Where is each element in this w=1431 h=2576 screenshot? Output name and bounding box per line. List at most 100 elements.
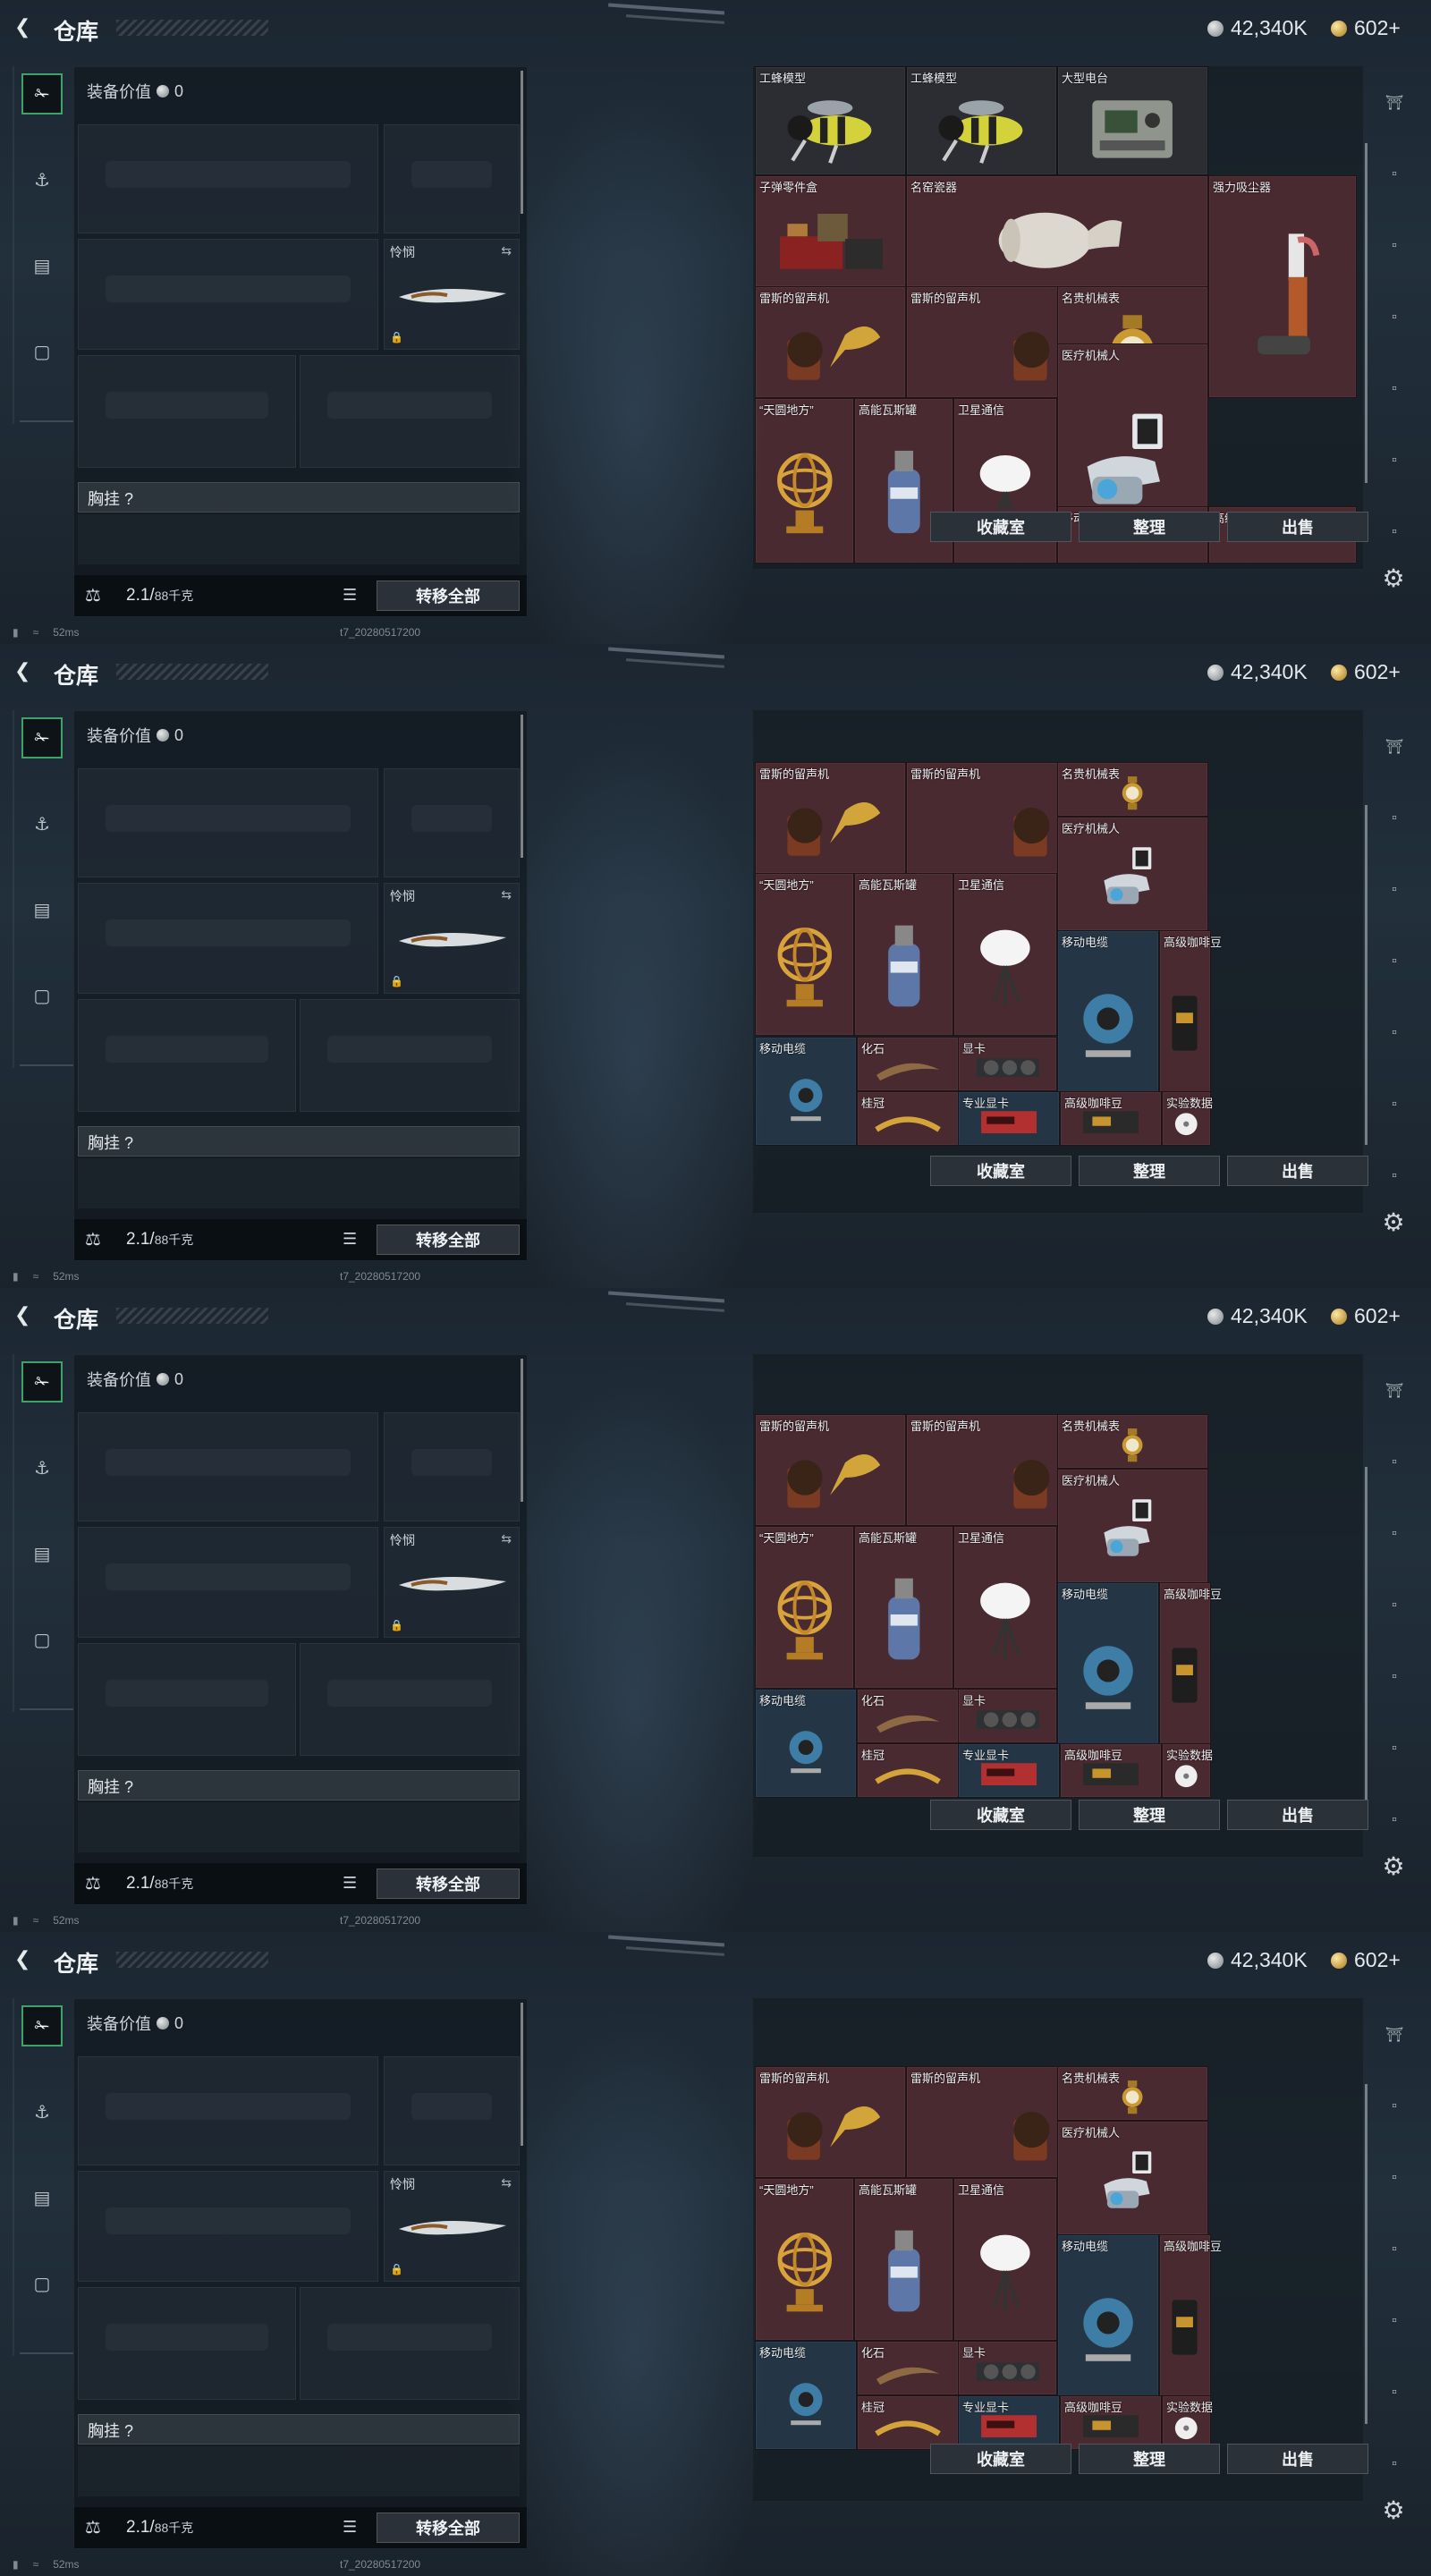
collection-room-button[interactable]: 收藏室: [930, 1800, 1071, 1830]
inventory-item[interactable]: 高能瓦斯罐: [854, 873, 953, 1036]
inventory-item[interactable]: 移动电缆: [1057, 2234, 1159, 2397]
pistol-slot[interactable]: [384, 2056, 520, 2165]
warehouse-grid-panel[interactable]: 雷斯的留声机 雷斯的留声机 名贵机械表 医疗机械人 “天圆地方” 高能瓦斯罐 卫…: [753, 710, 1363, 1213]
list-icon[interactable]: ☰: [343, 586, 357, 605]
chest-rig-slot[interactable]: [78, 2446, 520, 2496]
helmet-slot[interactable]: [78, 355, 296, 468]
inventory-item[interactable]: 强力吸尘器: [1208, 175, 1357, 398]
nav-vest-icon[interactable]: ▤: [21, 889, 63, 930]
gold-currency[interactable]: 602+: [1331, 660, 1401, 684]
inventory-item[interactable]: “天圆地方”: [755, 2178, 854, 2341]
nav-vest-icon[interactable]: ▤: [21, 245, 63, 286]
nav-backpack-icon[interactable]: ▢: [21, 1619, 63, 1660]
storage-tab-icon[interactable]: ▫: [1379, 1590, 1410, 1621]
inventory-item[interactable]: 高能瓦斯罐: [854, 1526, 953, 1689]
warehouse-scrollbar[interactable]: [1365, 2084, 1367, 2424]
inventory-item[interactable]: 移动电缆: [755, 2341, 857, 2450]
collection-room-button[interactable]: 收藏室: [930, 1156, 1071, 1186]
storage-tab-icon[interactable]: ▫: [1379, 946, 1410, 977]
nav-helmet-icon[interactable]: ⚓: [21, 1447, 63, 1488]
chest-rig-header[interactable]: 胸挂 ?: [78, 2414, 520, 2445]
storage-tab-icon[interactable]: ▫: [1379, 875, 1410, 905]
warehouse-scrollbar[interactable]: [1365, 143, 1367, 483]
inventory-item[interactable]: 化石: [857, 2341, 959, 2395]
warehouse-grid-panel[interactable]: 工蜂模型 工蜂模型 大型电台 子弹零件盒 名窑瓷器 强力吸尘器 雷斯的留声机 雷…: [753, 66, 1363, 569]
nav-helmet-icon[interactable]: ⚓: [21, 803, 63, 844]
armor-slot[interactable]: [300, 355, 520, 468]
inventory-item[interactable]: 移动电缆: [1057, 1582, 1159, 1745]
storage-tab-icon[interactable]: ▫: [1379, 2091, 1410, 2122]
equipment-scrollbar[interactable]: [521, 71, 523, 214]
storage-tab-icon[interactable]: ▫: [1379, 1519, 1410, 1549]
inventory-item[interactable]: 高级咖啡豆: [1060, 1091, 1162, 1146]
settings-gear-icon[interactable]: ⚙: [1377, 564, 1410, 596]
inventory-item[interactable]: 显卡: [958, 1037, 1057, 1091]
armor-slot[interactable]: [300, 1643, 520, 1756]
storage-tab-icon[interactable]: ▫: [1379, 803, 1410, 834]
gold-currency[interactable]: 602+: [1331, 1304, 1401, 1328]
inventory-item[interactable]: 显卡: [958, 1689, 1057, 1743]
storage-tab-icon[interactable]: ▫: [1379, 445, 1410, 476]
inventory-item[interactable]: 桂冠: [857, 1743, 959, 1798]
inventory-item[interactable]: 专业显卡: [958, 1091, 1060, 1146]
storage-tab-main-icon[interactable]: ⛩: [1379, 1376, 1410, 1406]
chest-rig-slot[interactable]: [78, 1158, 520, 1208]
secondary-weapon-slot[interactable]: [78, 1527, 378, 1638]
inventory-item[interactable]: 桂冠: [857, 1091, 959, 1146]
chest-rig-header[interactable]: 胸挂 ?: [78, 1770, 520, 1801]
swap-icon[interactable]: ⇆: [501, 887, 512, 902]
inventory-item[interactable]: 高级咖啡豆: [1159, 2234, 1222, 2397]
transfer-all-button[interactable]: 转移全部: [377, 1868, 520, 1899]
inventory-item[interactable]: 子弹零件盒: [755, 175, 906, 287]
nav-backpack-icon[interactable]: ▢: [21, 2263, 63, 2304]
inventory-item[interactable]: 卫星通信: [953, 1526, 1057, 1689]
inventory-item[interactable]: 化石: [857, 1037, 959, 1091]
warehouse-grid-panel[interactable]: 雷斯的留声机 雷斯的留声机 名贵机械表 医疗机械人 “天圆地方” 高能瓦斯罐 卫…: [753, 1354, 1363, 1857]
nav-weapons-icon[interactable]: ✁: [21, 717, 63, 758]
nav-vest-icon[interactable]: ▤: [21, 2177, 63, 2218]
inventory-item[interactable]: 专业显卡: [958, 2395, 1060, 2450]
storage-tab-icon[interactable]: ▫: [1379, 159, 1410, 190]
nav-vest-icon[interactable]: ▤: [21, 1533, 63, 1574]
inventory-item[interactable]: 工蜂模型: [755, 66, 906, 175]
list-icon[interactable]: ☰: [343, 1230, 357, 1249]
warehouse-scrollbar[interactable]: [1365, 805, 1367, 1145]
primary-weapon-slot[interactable]: [78, 124, 378, 233]
swap-icon[interactable]: ⇆: [501, 2175, 512, 2190]
inventory-item[interactable]: 高级咖啡豆: [1159, 1582, 1222, 1745]
inventory-item[interactable]: 高级咖啡豆: [1159, 930, 1222, 1093]
inventory-item[interactable]: “天圆地方”: [755, 1526, 854, 1689]
sort-button[interactable]: 整理: [1079, 2444, 1220, 2474]
armor-slot[interactable]: [300, 2287, 520, 2400]
nav-weapons-icon[interactable]: ✁: [21, 2005, 63, 2046]
inventory-item[interactable]: 实验数据: [1162, 2395, 1213, 2450]
gold-currency[interactable]: 602+: [1331, 16, 1401, 40]
inventory-item[interactable]: 实验数据: [1162, 1091, 1213, 1146]
collection-room-button[interactable]: 收藏室: [930, 2444, 1071, 2474]
inventory-item[interactable]: 专业显卡: [958, 1743, 1060, 1798]
swap-icon[interactable]: ⇆: [501, 1531, 512, 1546]
storage-tab-icon[interactable]: ▫: [1379, 517, 1410, 547]
helmet-slot[interactable]: [78, 999, 296, 1112]
storage-tab-icon[interactable]: ▫: [1379, 2306, 1410, 2336]
list-icon[interactable]: ☰: [343, 2518, 357, 2537]
storage-tab-icon[interactable]: ▫: [1379, 1089, 1410, 1120]
warehouse-scrollbar[interactable]: [1365, 1467, 1367, 1807]
inventory-item[interactable]: 卫星通信: [953, 873, 1057, 1036]
chest-rig-slot[interactable]: [78, 514, 520, 564]
inventory-item[interactable]: 医疗机械人: [1057, 1469, 1208, 1583]
inventory-item[interactable]: 桂冠: [857, 2395, 959, 2450]
warehouse-grid-panel[interactable]: 雷斯的留声机 雷斯的留声机 名贵机械表 医疗机械人 “天圆地方” 高能瓦斯罐 卫…: [753, 1998, 1363, 2501]
inventory-item[interactable]: 高能瓦斯罐: [854, 2178, 953, 2341]
inventory-item[interactable]: 雷斯的留声机: [755, 2066, 906, 2178]
equipment-scrollbar[interactable]: [521, 1359, 523, 1502]
pistol-slot[interactable]: [384, 768, 520, 877]
back-arrow-icon[interactable]: ❮: [14, 660, 36, 682]
secondary-weapon-slot[interactable]: [78, 883, 378, 994]
storage-tab-icon[interactable]: ▫: [1379, 374, 1410, 404]
storage-tab-icon[interactable]: ▫: [1379, 1805, 1410, 1835]
melee-slot[interactable]: 怜悯 ⇆ 🔒: [384, 2171, 520, 2282]
sort-button[interactable]: 整理: [1079, 1156, 1220, 1186]
inventory-item[interactable]: 名贵机械表: [1057, 1414, 1208, 1469]
storage-tab-icon[interactable]: ▫: [1379, 2234, 1410, 2265]
